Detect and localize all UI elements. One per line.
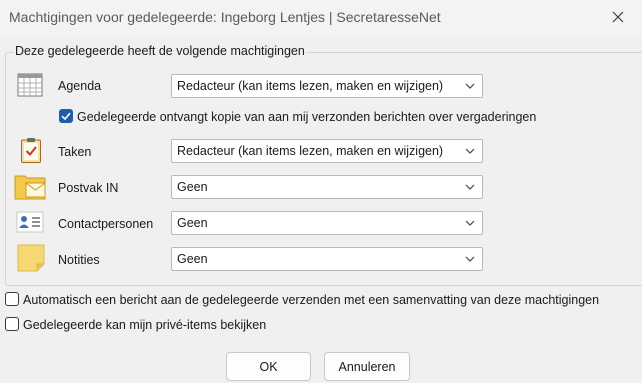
chevron-down-icon [465,220,475,226]
calendar-icon [17,73,43,97]
private-items-label: Gedelegeerde kan mijn privé-items bekijk… [23,318,267,332]
agenda-permission-select[interactable]: Redacteur (kan items lezen, maken en wij… [171,74,483,98]
copy-meetings-checkbox[interactable] [59,109,73,123]
ok-button-label: OK [259,359,278,374]
taken-permission-select[interactable]: Redacteur (kan items lezen, maken en wij… [171,139,483,163]
group-legend: Deze gedelegeerde heeft de volgende mach… [14,44,306,58]
chevron-down-icon [465,83,475,89]
cancel-button-label: Annuleren [338,359,396,374]
auto-message-label: Automatisch een bericht aan de gedelegee… [23,293,600,307]
postvak-permission-select[interactable]: Geen [171,175,483,199]
postvak-label: Postvak IN [58,181,119,195]
agenda-permission-value: Redacteur (kan items lezen, maken en wij… [177,79,444,93]
contacten-permission-value: Geen [177,216,208,230]
close-button[interactable] [600,2,636,32]
taken-label: Taken [58,145,92,159]
window-title: Machtigingen voor gedelegeerde: Ingeborg… [9,9,441,25]
postvak-permission-value: Geen [177,180,208,194]
title-bar: Machtigingen voor gedelegeerde: Ingeborg… [0,0,642,36]
chevron-down-icon [465,256,475,262]
private-items-checkbox[interactable] [5,317,19,331]
chevron-down-icon [465,148,475,154]
contacten-label: Contactpersonen [58,217,154,231]
contacts-icon [16,211,44,233]
auto-message-checkbox[interactable] [5,292,19,306]
cancel-button[interactable]: Annuleren [324,352,410,381]
copy-meetings-label: Gedelegeerde ontvangt kopie van aan mij … [77,110,537,124]
inbox-folder-icon [14,175,46,200]
ok-button[interactable]: OK [226,352,311,381]
close-icon [612,11,624,23]
notities-permission-value: Geen [177,252,208,266]
checkmark-icon [61,112,71,121]
notities-label: Notities [58,253,100,267]
taken-permission-value: Redacteur (kan items lezen, maken en wij… [177,144,444,158]
notities-permission-select[interactable]: Geen [171,247,483,271]
chevron-down-icon [465,184,475,190]
task-clipboard-icon [21,138,41,163]
agenda-label: Agenda [58,79,102,93]
contacten-permission-select[interactable]: Geen [171,211,483,235]
note-icon [17,244,45,272]
